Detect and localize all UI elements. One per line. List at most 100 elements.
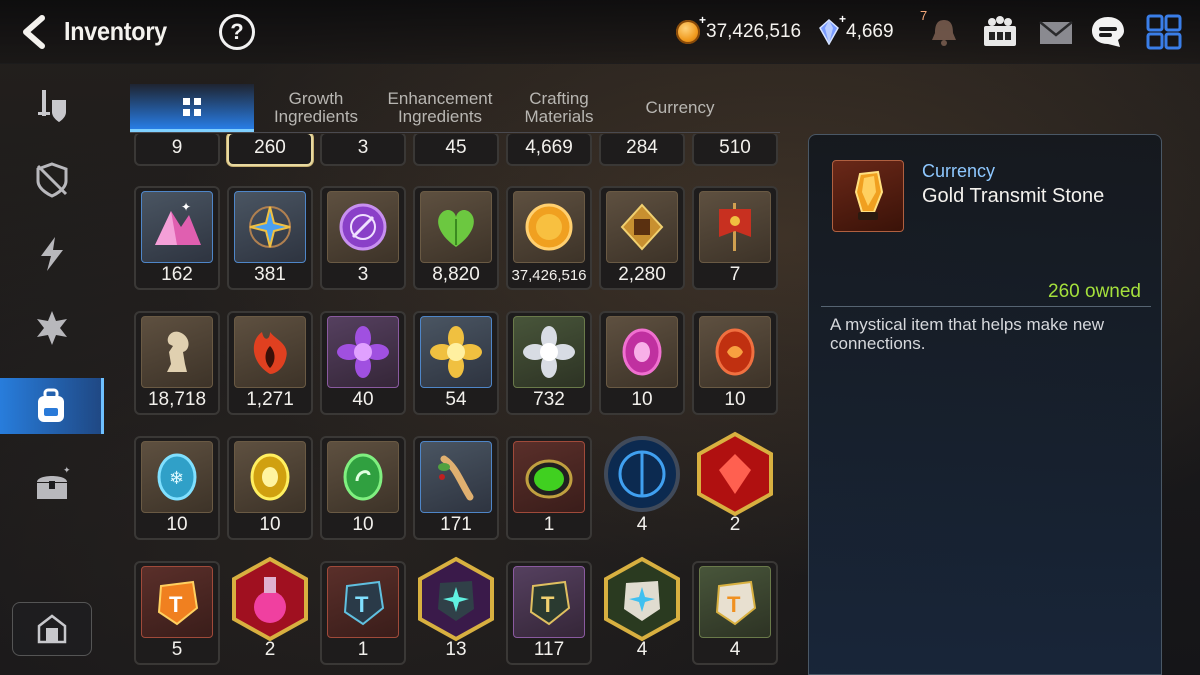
- item-quantity: 4: [729, 639, 741, 660]
- inventory-item[interactable]: 18,718: [134, 311, 220, 415]
- inventory-item[interactable]: 4,669: [506, 134, 592, 166]
- inventory-item[interactable]: T 5: [134, 561, 220, 665]
- green-hammer-stone-icon: T: [513, 566, 585, 638]
- mail-icon[interactable]: [1036, 12, 1076, 52]
- inventory-item[interactable]: 2: [692, 431, 778, 540]
- leaf-icon: [420, 191, 492, 263]
- tab-all[interactable]: [130, 84, 254, 132]
- sidebar-item-equipment[interactable]: [0, 78, 104, 134]
- inventory-item[interactable]: 284: [599, 134, 685, 166]
- blue-sigil-icon: [602, 430, 682, 518]
- inventory-item[interactable]: 10: [320, 436, 406, 540]
- item-quantity: 171: [440, 514, 472, 535]
- item-quantity: 40: [352, 389, 374, 410]
- inventory-item[interactable]: 381: [227, 186, 313, 290]
- inventory-item[interactable]: 732: [506, 311, 592, 415]
- gold-coin-icon: +: [676, 13, 706, 44]
- item-quantity: 10: [724, 389, 746, 410]
- guild-emblem-icon: [606, 191, 678, 263]
- inventory-item[interactable]: 10: [692, 311, 778, 415]
- page-title: Inventory: [64, 16, 167, 46]
- tab-growth-ingredients[interactable]: Growth Ingredients: [258, 84, 374, 132]
- help-button[interactable]: ?: [219, 14, 255, 50]
- item-quantity: 1,271: [246, 389, 294, 410]
- purple-seal-icon: [327, 191, 399, 263]
- inventory-item[interactable]: 4: [599, 556, 685, 665]
- item-quantity: 10: [352, 514, 374, 535]
- tabs-divider: [130, 132, 780, 133]
- party-icon[interactable]: [980, 12, 1020, 52]
- sword-shield-icon: [38, 90, 66, 122]
- inventory-item[interactable]: ✦ 162: [134, 186, 220, 290]
- inventory-item[interactable]: 510: [692, 134, 778, 166]
- inventory-item[interactable]: 9: [134, 134, 220, 166]
- inventory-item[interactable]: T 117: [506, 561, 592, 665]
- lightning-icon: [41, 237, 63, 271]
- crystal-currency[interactable]: + 4,669: [818, 12, 894, 48]
- gold-transmit-stone-icon: [832, 160, 904, 232]
- storage-button[interactable]: [12, 602, 92, 656]
- item-description: A mystical item that helps make new conn…: [830, 315, 1105, 353]
- inventory-item[interactable]: 13: [413, 556, 499, 665]
- inventory-item[interactable]: 37,426,516: [506, 186, 592, 290]
- gold-currency[interactable]: + 37,426,516: [676, 13, 801, 48]
- inventory-item[interactable]: T 1: [320, 561, 406, 665]
- item-quantity: 2: [729, 514, 741, 535]
- inventory-item[interactable]: ❄ 10: [134, 436, 220, 540]
- tab-currency[interactable]: Currency: [616, 84, 744, 132]
- chat-icon[interactable]: [1088, 12, 1128, 52]
- red-gem-icon: [695, 430, 775, 518]
- sidebar-item-artifacts[interactable]: [0, 152, 104, 208]
- sidebar-item-items[interactable]: [0, 378, 104, 434]
- item-quantity: 284: [626, 137, 658, 158]
- item-quantity: 732: [533, 389, 565, 410]
- white-star-stone-icon: [602, 555, 682, 643]
- back-arrow-icon[interactable]: [18, 12, 52, 52]
- sidebar-item-materials[interactable]: [0, 300, 104, 356]
- inventory-item[interactable]: T 4: [692, 561, 778, 665]
- inventory-item[interactable]: 4: [599, 436, 685, 540]
- root-herb-icon: [420, 441, 492, 513]
- treasure-chest-icon: ✦: [37, 465, 71, 499]
- inventory-item[interactable]: 3: [320, 134, 406, 166]
- inventory-item[interactable]: 10: [227, 436, 313, 540]
- inventory-item[interactable]: 1,271: [227, 311, 313, 415]
- top-bar: Inventory ? + 37,426,516 + 4,669 7: [0, 0, 1200, 64]
- teal-star-stone-icon: [416, 555, 496, 643]
- inventory-item[interactable]: 7: [692, 186, 778, 290]
- artifact-shield-icon: [36, 162, 68, 198]
- inventory-item[interactable]: 10: [599, 311, 685, 415]
- item-quantity: 3: [357, 264, 369, 285]
- inventory-item-selected[interactable]: 260: [227, 134, 313, 166]
- grid-icon: [183, 97, 201, 116]
- inventory-item[interactable]: 40: [320, 311, 406, 415]
- inventory-item[interactable]: 171: [413, 436, 499, 540]
- menu-grid-icon[interactable]: [1144, 12, 1184, 52]
- svg-text:T: T: [355, 592, 369, 617]
- inventory-item[interactable]: 45: [413, 134, 499, 166]
- svg-text:❄: ❄: [169, 468, 184, 488]
- star-compass-icon: [234, 191, 306, 263]
- item-name: Gold Transmit Stone: [922, 185, 1105, 207]
- inventory-item[interactable]: 1: [506, 436, 592, 540]
- svg-text:T: T: [169, 592, 183, 617]
- sidebar-item-catalysts[interactable]: [0, 226, 104, 282]
- inventory-item[interactable]: 54: [413, 311, 499, 415]
- inventory-item[interactable]: 8,820: [413, 186, 499, 290]
- item-quantity: 117: [533, 639, 565, 660]
- bell-icon[interactable]: [924, 12, 964, 52]
- tab-crafting-materials[interactable]: Crafting Materials: [506, 84, 612, 132]
- banner-icon: [699, 191, 771, 263]
- crystal-icon: +: [818, 12, 846, 46]
- item-quantity: 2,280: [618, 264, 666, 285]
- inventory-item[interactable]: 2: [227, 556, 313, 665]
- green-rune-icon: [327, 441, 399, 513]
- crystal-amount: 4,669: [846, 21, 894, 42]
- sidebar-item-chests[interactable]: ✦: [0, 456, 104, 512]
- tab-enhancement-ingredients[interactable]: Enhancement Ingredients: [378, 84, 502, 132]
- inventory-item[interactable]: 3: [320, 186, 406, 290]
- inventory-item[interactable]: 2,280: [599, 186, 685, 290]
- knight-piece-icon: [141, 316, 213, 388]
- category-tabs: Growth Ingredients Enhancement Ingredien…: [130, 84, 780, 134]
- red-rune-icon: [699, 316, 771, 388]
